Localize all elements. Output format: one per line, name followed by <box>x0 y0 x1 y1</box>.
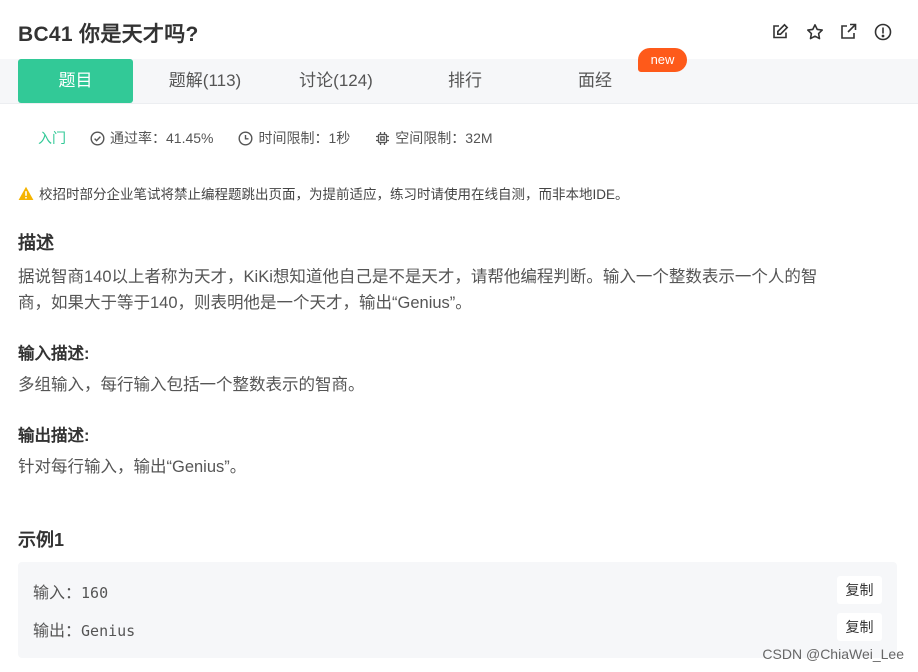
example-heading: 示例1 <box>18 530 65 550</box>
page-header: BC41 你是天才吗? <box>0 0 918 60</box>
input-description-text: 多组输入，每行输入包括一个整数表示的智商。 <box>18 376 365 394</box>
title-actions <box>771 22 892 41</box>
warning-text: 校招时部分企业笔试将禁止编程题跳出页面，为提前适应，练习时请使用在线自测，而非本… <box>39 187 629 202</box>
pass-rate-text: 通过率：41.45% <box>110 130 214 146</box>
time-limit-text: 时间限制：1秒 <box>258 130 351 146</box>
tab-discussion[interactable]: 讨论(124) <box>276 59 396 103</box>
edit-icon[interactable] <box>771 22 790 41</box>
tab-bar: 题目 题解(113) 讨论(124) 排行 面经 <box>0 59 918 104</box>
example-output-value[interactable]: Genius <box>81 622 135 640</box>
problem-meta: 入门 通过率：41.45% 时间限制：1秒 空间限制：32M <box>38 128 518 148</box>
tab-solutions[interactable]: 题解(113) <box>145 59 265 103</box>
example-output-label: 输出： <box>33 623 82 640</box>
tab-interview[interactable]: 面经 <box>535 59 655 103</box>
tab-problem[interactable]: 题目 <box>18 59 133 103</box>
example-input-label: 输入： <box>33 585 82 602</box>
chip-icon <box>376 131 390 145</box>
example-box: 输入：160 复制 输出：Genius 复制 <box>18 562 897 658</box>
tab-ranking[interactable]: 排行 <box>405 59 525 103</box>
output-description-text: 针对每行输入，输出“Genius”。 <box>18 458 247 476</box>
input-description-heading: 输入描述: <box>18 345 90 363</box>
example-input-value[interactable]: 160 <box>81 584 108 602</box>
external-link-icon[interactable] <box>839 22 858 41</box>
watermark: CSDN @ChiaWei_Lee <box>762 646 904 662</box>
copy-input-button[interactable]: 复制 <box>837 576 882 604</box>
time-limit: 时间限制：1秒 <box>238 128 350 148</box>
space-limit-text: 空间限制：32M <box>395 130 493 146</box>
description-line-2: 商，如果大于等于140，则表明他是一个天才，输出“Genius”。 <box>18 294 472 312</box>
description-line-1: 据说智商140以上者称为天才，KiKi想知道他自己是不是天才，请帮他编程判断。输… <box>18 268 818 286</box>
copy-output-button[interactable]: 复制 <box>837 613 882 641</box>
problem-title: BC41 你是天才吗? <box>18 23 199 46</box>
difficulty-label: 入门 <box>38 130 66 146</box>
check-circle-icon <box>90 130 105 146</box>
new-badge: new <box>638 48 687 72</box>
warning-icon <box>18 186 34 200</box>
info-icon[interactable] <box>873 22 892 41</box>
example-output-row: 输出：Genius <box>33 617 135 641</box>
space-limit: 空间限制：32M <box>375 128 493 148</box>
warning-notice: 校招时部分企业笔试将禁止编程题跳出页面，为提前适应，练习时请使用在线自测，而非本… <box>18 183 629 203</box>
description-heading: 描述 <box>18 233 54 253</box>
output-description-heading: 输出描述: <box>18 427 90 445</box>
pass-rate: 通过率：41.45% <box>90 128 213 148</box>
clock-icon <box>238 130 253 146</box>
star-icon[interactable] <box>805 22 824 41</box>
example-input-row: 输入：160 <box>33 579 108 603</box>
